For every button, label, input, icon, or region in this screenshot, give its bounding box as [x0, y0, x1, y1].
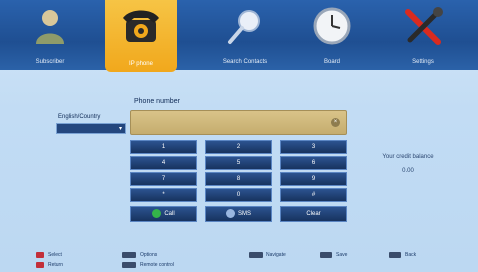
- tab-subscriber[interactable]: Subscriber: [10, 0, 90, 70]
- sms-icon: [225, 208, 235, 218]
- tab-label: Board: [323, 59, 340, 65]
- tools-icon: [405, 7, 443, 45]
- person-icon: [36, 10, 64, 44]
- key-7[interactable]: 7: [130, 172, 197, 186]
- clear-button[interactable]: Clear: [280, 206, 347, 222]
- footer-hints: Select Return Options Remote control Nav…: [0, 248, 478, 272]
- red-key-icon: [36, 252, 44, 258]
- tab-label: Search Contacts: [222, 59, 268, 65]
- call-label: Call: [164, 211, 175, 217]
- top-navigation: Subscriber IP phone Search Contacts Boar…: [0, 0, 478, 72]
- keypad: 1 2 3 4 5 6 7 8 9 * 0 # Call SMS Clear: [130, 140, 347, 236]
- navigate-key-icon: [249, 252, 263, 258]
- clear-input-icon[interactable]: ×: [331, 118, 340, 127]
- credit-value: 0.00: [402, 168, 414, 174]
- key-8[interactable]: 8: [205, 172, 272, 186]
- call-button[interactable]: Call: [130, 206, 197, 222]
- key-6[interactable]: 6: [280, 156, 347, 170]
- key-star[interactable]: *: [130, 188, 197, 202]
- sms-label: SMS: [237, 211, 251, 217]
- sms-button[interactable]: SMS: [205, 206, 272, 222]
- call-icon: [152, 208, 162, 218]
- country-label: English/Country: [58, 114, 101, 120]
- back-key-icon: [389, 252, 401, 258]
- hint-remote: Remote control: [140, 262, 174, 268]
- magnifier-icon: [228, 10, 260, 44]
- ok-key-icon: [320, 252, 332, 258]
- key-hash[interactable]: #: [280, 188, 347, 202]
- key-4[interactable]: 4: [130, 156, 197, 170]
- clock-icon: [313, 7, 351, 45]
- credit-label: Your credit balance: [382, 154, 434, 160]
- tab-settings[interactable]: Settings: [383, 0, 463, 70]
- key-0[interactable]: 0: [205, 188, 272, 202]
- tab-label: IP phone: [129, 61, 153, 67]
- key-9[interactable]: 9: [280, 172, 347, 186]
- country-select[interactable]: ▾: [56, 123, 126, 134]
- key-3[interactable]: 3: [280, 140, 347, 154]
- tab-label: Subscriber: [35, 59, 65, 65]
- key-2[interactable]: 2: [205, 140, 272, 154]
- hint-save: Save: [336, 252, 348, 258]
- tab-search[interactable]: Search Contacts: [205, 0, 285, 70]
- credit-balance: Your credit balance 0.00: [368, 153, 448, 176]
- hint-select: Select: [48, 252, 62, 258]
- hint-navigate: Navigate: [266, 252, 286, 258]
- chevron-down-icon: ▾: [118, 126, 122, 132]
- phone-number-label: Phone number: [134, 98, 180, 105]
- key-5[interactable]: 5: [205, 156, 272, 170]
- tab-label: Settings: [412, 59, 434, 65]
- telephone-icon: [123, 10, 159, 42]
- arrow-keys-icon: [122, 252, 136, 258]
- phone-number-input[interactable]: ×: [130, 110, 347, 135]
- key-1[interactable]: 1: [130, 140, 197, 154]
- red-key-icon: [36, 262, 44, 268]
- tab-board[interactable]: Board: [292, 0, 372, 70]
- hint-options: Options: [140, 252, 158, 258]
- remote-key-icon: [122, 262, 136, 268]
- hint-back: Back: [405, 252, 417, 258]
- hint-return: Return: [48, 262, 64, 268]
- tab-phone[interactable]: IP phone: [105, 0, 177, 72]
